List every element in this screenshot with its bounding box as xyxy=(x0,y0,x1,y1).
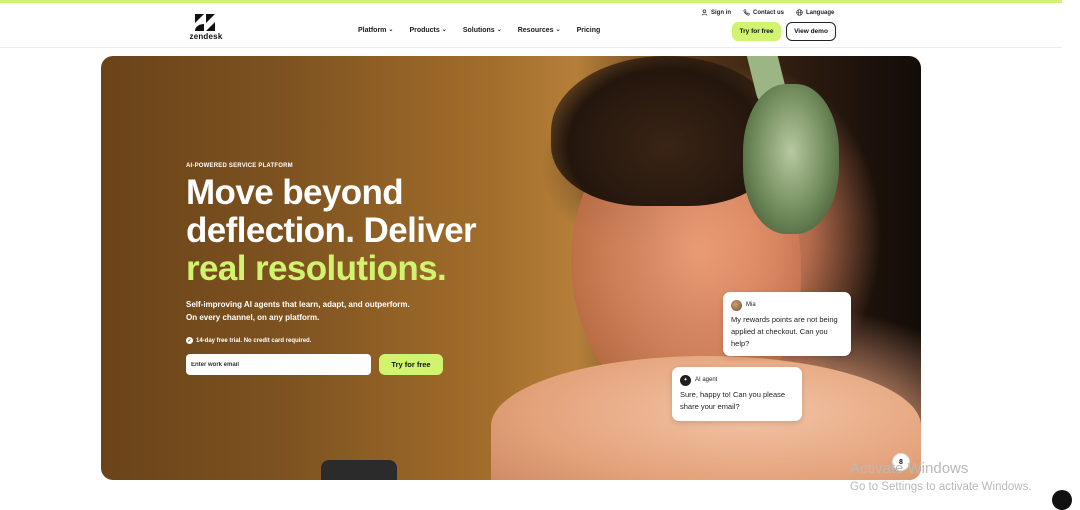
headline-line-1: Move beyond xyxy=(186,173,404,212)
chat-agent-name: AI agent xyxy=(695,377,718,383)
nav-pricing-label: Pricing xyxy=(576,27,601,34)
hero-banner: AI-POWERED SERVICE PLATFORM Move beyond … xyxy=(101,56,921,480)
chevron-down-icon: ⌄ xyxy=(496,27,502,33)
chat-bubble-user: Mia My rewards points are not being appl… xyxy=(723,292,851,356)
subcopy-line-2: On every channel, on any platform. xyxy=(186,313,320,322)
chevron-down-icon: ⌄ xyxy=(555,27,561,33)
headphone-icon xyxy=(743,84,839,234)
headline-highlight: real resolutions. xyxy=(186,249,447,288)
avatar xyxy=(731,299,742,311)
logo-wordmark: zendesk xyxy=(189,32,223,41)
nav-links: Platform ⌄ Products ⌄ Solutions ⌄ Resources… xyxy=(358,27,616,34)
trial-note-text: 14-day free trial. No credit card requir… xyxy=(196,337,312,344)
chat-agent-header: ✦ AI agent xyxy=(680,374,794,386)
nav-products[interactable]: Products ⌄ xyxy=(409,27,446,34)
main-navbar: zendesk Platform ⌄ Products ⌄ Solutions ⌄ R… xyxy=(0,14,1062,48)
chevron-down-icon: ⌄ xyxy=(441,27,447,33)
hero-subcopy: Self-improving AI agents that learn, ada… xyxy=(186,298,486,324)
nav-platform-label: Platform xyxy=(358,27,387,34)
chat-user-name: Mia xyxy=(746,302,756,308)
activate-windows-title: Activate Windows xyxy=(850,460,969,477)
zendesk-logo[interactable]: zendesk xyxy=(186,14,226,44)
nav-platform[interactable]: Platform ⌄ xyxy=(358,27,393,34)
subcopy-line-1: Self-improving AI agents that learn, ada… xyxy=(186,300,410,309)
chat-bubble-agent: ✦ AI agent Sure, happy to! Can you pleas… xyxy=(672,367,802,421)
view-demo-button[interactable]: View demo xyxy=(786,22,836,41)
headline-line-2: deflection. Deliver xyxy=(186,211,477,250)
nav-solutions[interactable]: Solutions ⌄ xyxy=(463,27,502,34)
work-email-input[interactable] xyxy=(186,354,371,375)
corner-widget[interactable] xyxy=(1052,490,1072,510)
ai-agent-icon: ✦ xyxy=(680,374,691,386)
hero-eyebrow: AI-POWERED SERVICE PLATFORM xyxy=(186,163,293,169)
zendesk-logo-icon xyxy=(195,14,215,31)
hero-try-for-free-button[interactable]: Try for free xyxy=(379,354,443,375)
chat-user-header: Mia xyxy=(731,299,843,311)
chat-agent-message: Sure, happy to! Can you please share you… xyxy=(680,390,786,411)
accent-bar xyxy=(0,0,1062,3)
nav-solutions-label: Solutions xyxy=(462,27,495,34)
chevron-down-icon: ⌄ xyxy=(388,27,394,33)
nav-resources[interactable]: Resources ⌄ xyxy=(518,27,561,34)
nav-products-label: Products xyxy=(409,27,440,34)
trial-note: ✓ 14-day free trial. No credit card requ… xyxy=(186,337,311,344)
chat-user-message: My rewards points are not being applied … xyxy=(731,315,838,348)
hero-headline: Move beyond deflection. Deliver real res… xyxy=(186,174,516,288)
try-for-free-button[interactable]: Try for free xyxy=(732,22,781,41)
nav-resources-label: Resources xyxy=(517,27,554,34)
activate-windows-subtitle: Go to Settings to activate Windows. xyxy=(850,481,1032,493)
nav-pricing[interactable]: Pricing xyxy=(577,27,601,34)
info-icon: ✓ xyxy=(186,337,193,344)
hero-photo-phone xyxy=(321,460,397,480)
